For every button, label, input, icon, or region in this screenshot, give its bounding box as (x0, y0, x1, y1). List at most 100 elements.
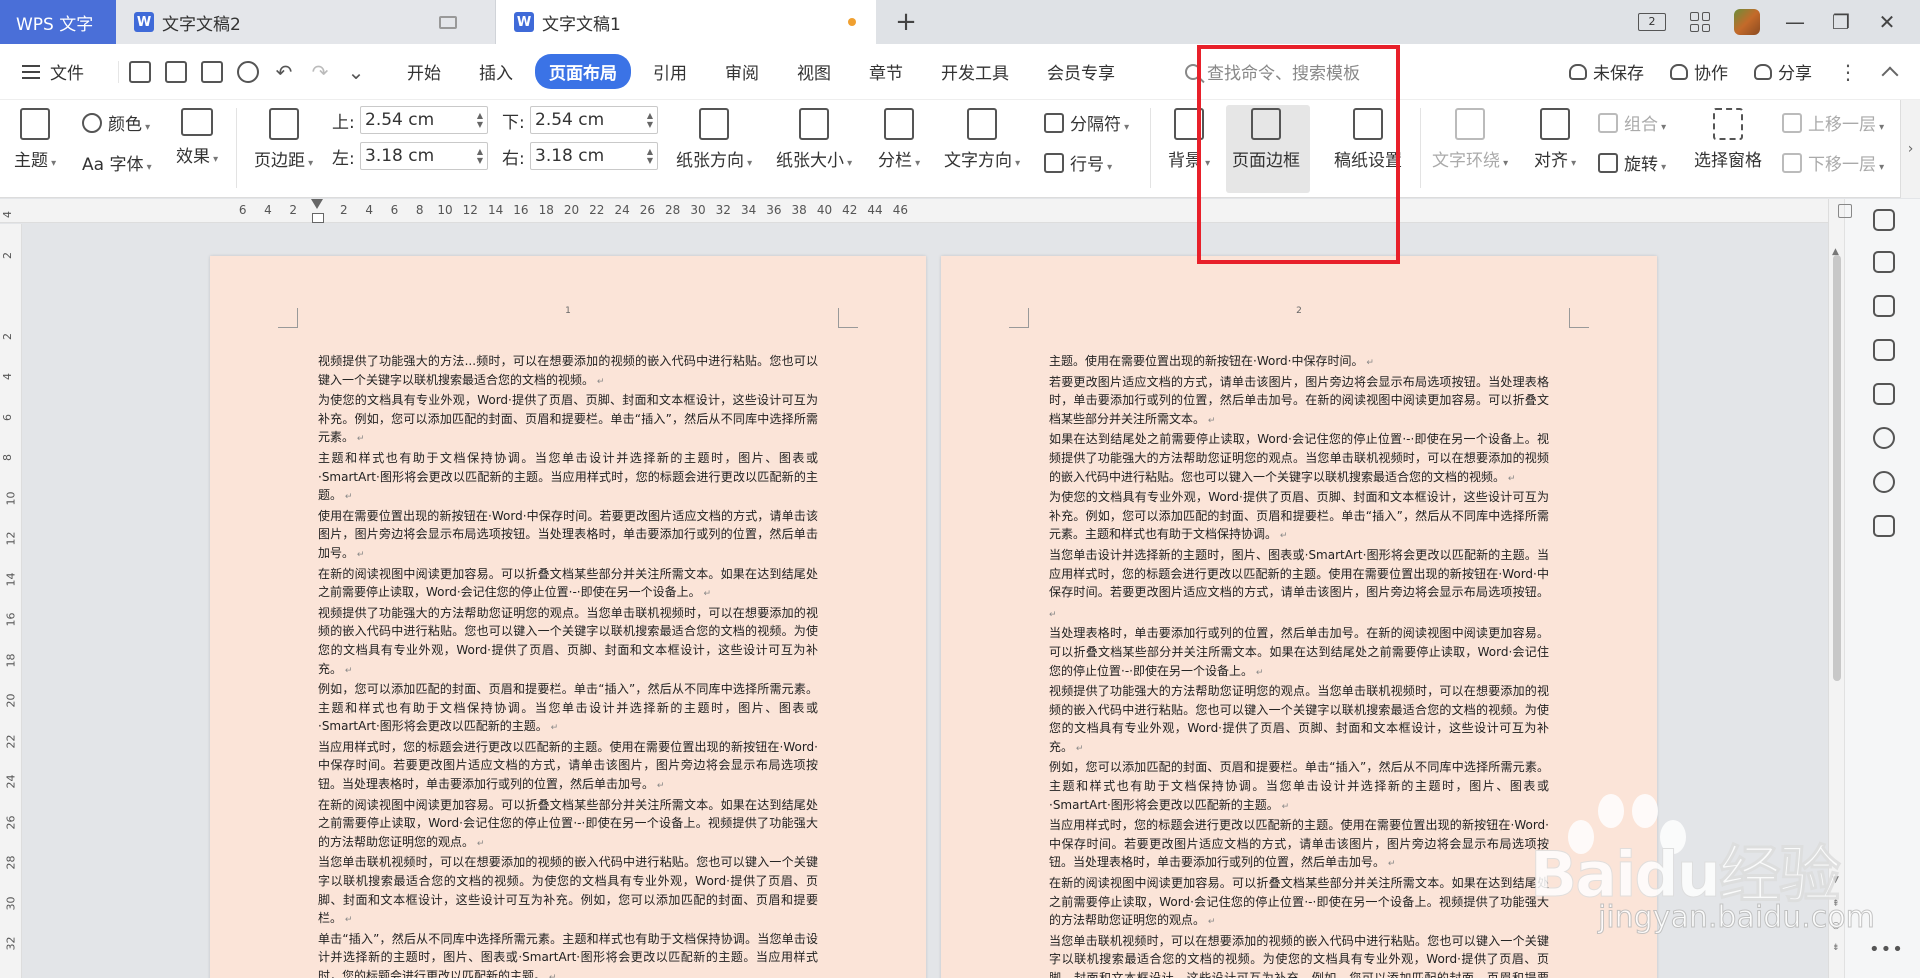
view-mode-button[interactable]: 2 (1638, 13, 1666, 31)
rotate-button[interactable]: 旋转 (1598, 150, 1666, 175)
text-wrap-button[interactable]: 文字环绕 (1432, 108, 1508, 171)
undo-icon[interactable]: ↶ (273, 61, 295, 83)
sliders-icon[interactable] (1873, 339, 1895, 361)
tab-home[interactable]: 开始 (391, 54, 457, 89)
lightning-icon[interactable] (1873, 471, 1895, 493)
page-body-text[interactable]: 视频提供了功能强大的方法...频时，可以在想要添加的视频的嵌入代码中进行粘贴。您… (318, 352, 818, 978)
group-icon (1598, 112, 1618, 133)
spinner-icon[interactable]: ▲ ▼ (477, 111, 487, 129)
unsaved-status-button[interactable]: 未保存 (1569, 59, 1644, 84)
minimize-button[interactable]: — (1784, 10, 1806, 34)
paragraph[interactable]: 主题。使用在需要位置出现的新按钮在·Word·中保存时间。 (1049, 352, 1549, 373)
margin-left-input[interactable]: 3.18 cm ▲ ▼ (360, 142, 488, 170)
save-icon[interactable] (129, 60, 151, 83)
paragraph[interactable]: 例如，您可以添加匹配的封面、页眉和提要栏。单击“插入”，然后从不同库中选择所需元… (1049, 758, 1549, 816)
paragraph[interactable]: 视频提供了功能强大的方法帮助您证明您的观点。当您单击联机视频时，可以在想要添加的… (318, 604, 818, 680)
columns-button[interactable]: 分栏 (878, 108, 920, 171)
paper-size-button[interactable]: 纸张大小 (776, 108, 852, 171)
paragraph[interactable]: 单击“插入”，然后从不同库中选择所需元素。主题和样式也有助于文档保持协调。当您单… (318, 930, 818, 978)
ribbon-scroll-right-icon[interactable]: › (1900, 100, 1920, 198)
spinner-icon[interactable]: ▲ ▼ (647, 111, 657, 129)
paragraph[interactable]: 如果在达到结尾处之前需要停止读取，Word·会记住您的停止位置·-·即使在另一个… (1049, 430, 1549, 488)
margin-bottom-input[interactable]: 2.54 cm ▲ ▼ (530, 106, 658, 134)
tab-insert[interactable]: 插入 (463, 54, 529, 89)
avatar[interactable] (1734, 9, 1760, 35)
monitor-icon[interactable] (439, 15, 457, 29)
customize-chevron-icon[interactable]: ⌄ (345, 61, 367, 83)
paragraph[interactable]: 视频提供了功能强大的方法帮助您证明您的观点。当您单击联机视频时，可以在想要添加的… (1049, 682, 1549, 758)
page[interactable]: 1 视频提供了功能强大的方法...频时，可以在想要添加的视频的嵌入代码中进行粘贴… (210, 256, 926, 978)
print-preview-icon[interactable] (237, 60, 259, 83)
paragraph[interactable]: 若要更改图片适应文档的方式，请单击该图片，图片旁边将会显示布局选项按钮。当处理表… (1049, 373, 1549, 431)
paragraph[interactable]: 使用在需要位置出现的新按钮在·Word·中保存时间。若要更改图片适应文档的方式，… (318, 507, 818, 565)
vertical-ruler[interactable]: 4 2 2 4 6 8 10 12 14 16 18 20 22 24 26 28 30 32 (0, 211, 22, 978)
app-name-tab[interactable]: WPS 文字 (0, 0, 116, 44)
theme-button[interactable]: 主题 (14, 108, 56, 171)
indent-marker-icon[interactable] (311, 199, 324, 223)
help-icon[interactable] (1873, 427, 1895, 449)
effect-button[interactable]: 效果 (176, 108, 218, 167)
tab-review[interactable]: 审阅 (709, 54, 775, 89)
margin-right-input[interactable]: 3.18 cm ▲ ▼ (530, 142, 658, 170)
text-direction-button[interactable]: 文字方向 (944, 108, 1020, 171)
file-menu-button[interactable]: 文件 (0, 59, 110, 84)
paragraph[interactable]: 在新的阅读视图中阅读更加容易。可以折叠文档某些部分并关注所需文本。如果在达到结尾… (318, 796, 818, 854)
paragraph[interactable]: 当您单击联机视频时，可以在想要添加的视频的嵌入代码中进行粘贴。您也可以键入一个关… (1049, 932, 1549, 978)
paragraph[interactable]: 在新的阅读视图中阅读更加容易。可以折叠文档某些部分并关注所需文本。如果在达到结尾… (318, 565, 818, 604)
tab-document-2[interactable]: W 文字文稿2 (116, 0, 496, 44)
spinner-icon[interactable]: ▲ ▼ (477, 147, 487, 165)
horizontal-ruler[interactable]: 6 4 2 2 4 6 8 10 12 14 16 18 20 22 24 26 28 30 32 34 36 38 40 4… (0, 199, 1842, 223)
tab-member[interactable]: 会员专享 (1031, 54, 1131, 89)
color-button[interactable]: 颜色 (82, 110, 150, 135)
align-button[interactable]: 对齐 (1534, 108, 1576, 171)
paragraph[interactable]: 为使您的文档具有专业外观，Word·提供了页眉、页脚、封面和文本框设计，这些设计… (1049, 488, 1549, 546)
paragraph[interactable]: 主题和样式也有助于文档保持协调。当您单击设计并选择新的主题时，图片、图表或·Sm… (318, 449, 818, 507)
highlight-annotation-box (1197, 45, 1400, 264)
tab-developer[interactable]: 开发工具 (925, 54, 1025, 89)
scrollbar-thumb[interactable] (1833, 255, 1841, 681)
line-number-button[interactable]: 行号 (1044, 150, 1112, 175)
paragraph[interactable]: 当您单击联机视频时，可以在想要添加的视频的嵌入代码中进行粘贴。您也可以键入一个关… (318, 853, 818, 929)
collaborate-button[interactable]: 协作 (1670, 59, 1728, 84)
pen-icon[interactable] (1873, 251, 1895, 273)
close-button[interactable]: ✕ (1876, 10, 1898, 34)
paragraph[interactable]: 当处理表格时，单击要添加行或列的位置，然后单击加号。在新的阅读视图中阅读更加容易… (1049, 624, 1549, 682)
print-icon[interactable] (201, 60, 223, 83)
paragraph[interactable]: 当应用样式时，您的标题会进行更改以匹配新的主题。使用在需要位置出现的新按钮在·W… (318, 738, 818, 796)
tab-sections[interactable]: 章节 (853, 54, 919, 89)
separator-button[interactable]: 分隔符 (1044, 110, 1129, 135)
new-tab-button[interactable]: + (876, 0, 936, 44)
group-button[interactable]: 组合 (1598, 110, 1666, 135)
selection-pane-button[interactable]: 选择窗格 (1694, 108, 1762, 171)
bring-forward-button[interactable]: 上移一层 (1782, 110, 1884, 135)
redo-icon[interactable]: ↷ (309, 61, 331, 83)
margin-top-input[interactable]: 2.54 cm ▲ ▼ (360, 106, 488, 134)
paragraph[interactable]: 视频提供了功能强大的方法...频时，可以在想要添加的视频的嵌入代码中进行粘贴。您… (318, 352, 818, 391)
orientation-button[interactable]: 纸张方向 (676, 108, 752, 171)
tab-document-1[interactable]: W 文字文稿1 (496, 0, 876, 44)
send-backward-button[interactable]: 下移一层 (1782, 150, 1884, 175)
restore-button[interactable]: ❐ (1830, 10, 1852, 34)
split-window-icon[interactable] (1838, 204, 1852, 218)
paragraph[interactable]: 当应用样式时，您的标题会进行更改以匹配新的主题。使用在需要位置出现的新按钮在·W… (1049, 816, 1549, 874)
paragraph[interactable]: 为使您的文档具有专业外观，Word·提供了页眉、页脚、封面和文本框设计，这些设计… (318, 391, 818, 449)
book-icon[interactable] (1873, 515, 1895, 537)
paragraph[interactable]: 在新的阅读视图中阅读更加容易。可以折叠文档某些部分并关注所需文本。如果在达到结尾… (1049, 874, 1549, 932)
paragraph[interactable]: 例如，您可以添加匹配的封面、页眉和提要栏。单击“插入”，然后从不同库中选择所需元… (318, 680, 818, 738)
tab-view[interactable]: 视图 (781, 54, 847, 89)
tab-references[interactable]: 引用 (637, 54, 703, 89)
share-button[interactable]: 分享 (1754, 59, 1812, 84)
tab-page-layout[interactable]: 页面布局 (535, 54, 631, 89)
rocket-icon[interactable] (1873, 209, 1895, 231)
collapse-ribbon-icon[interactable] (1881, 66, 1899, 83)
font-button[interactable]: Aa 字体 (82, 150, 152, 175)
cursor-icon[interactable] (1873, 295, 1895, 317)
page-body-text[interactable]: 主题。使用在需要位置出现的新按钮在·Word·中保存时间。若要更改图片适应文档的… (1049, 352, 1549, 978)
more-icon[interactable]: ⋮ (1838, 60, 1858, 84)
export-pdf-icon[interactable] (165, 60, 187, 83)
margins-button[interactable]: 页边距 (254, 108, 313, 171)
apps-grid-icon[interactable] (1690, 12, 1710, 32)
paragraph[interactable]: 当您单击设计并选择新的主题时，图片、图表或·SmartArt·图形将会更改以匹配… (1049, 546, 1549, 624)
spinner-icon[interactable]: ▲ ▼ (647, 147, 657, 165)
image-tool-icon[interactable] (1873, 383, 1895, 405)
